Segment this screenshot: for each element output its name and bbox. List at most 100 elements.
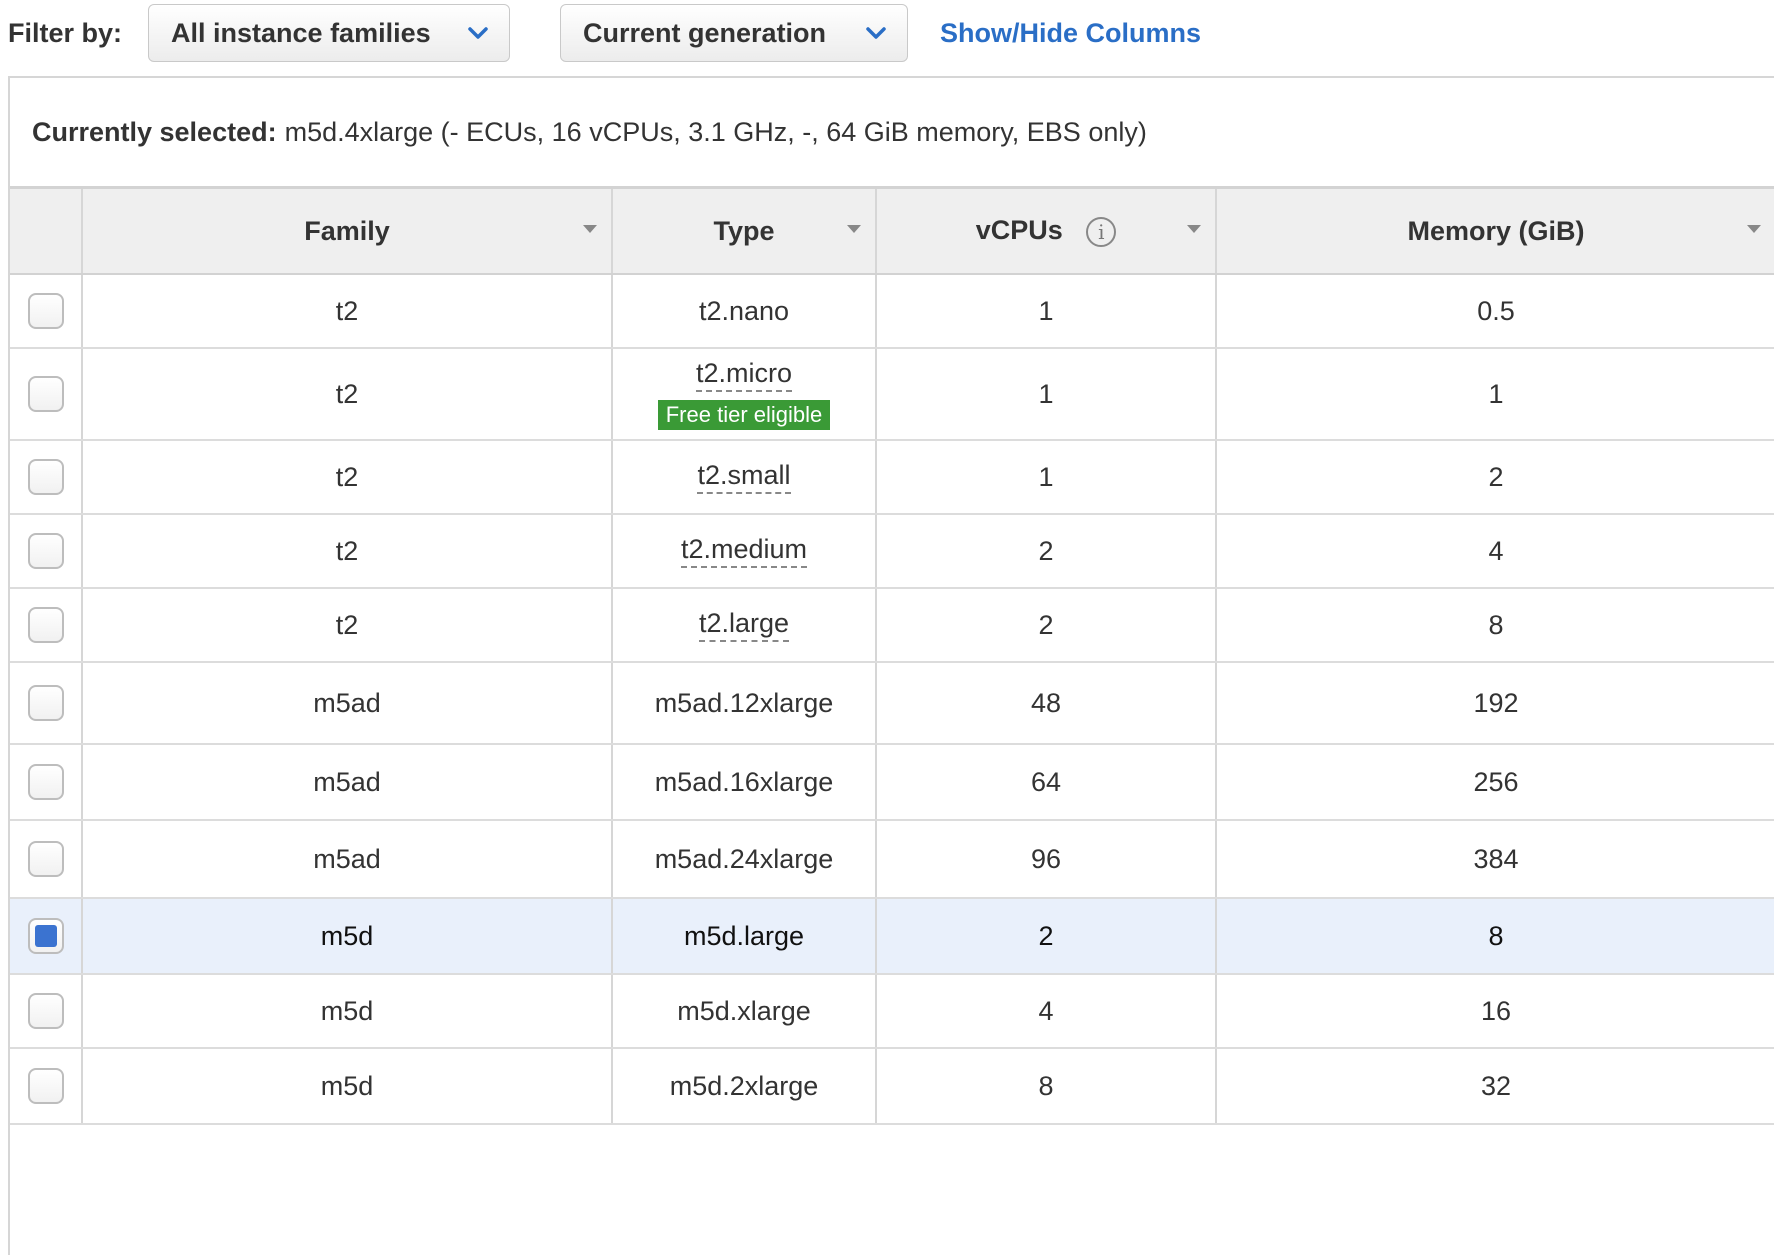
row-checkbox[interactable] [27, 533, 64, 569]
vcpus-value: 8 [1038, 1070, 1054, 1101]
table-row[interactable]: m5d m5d.2xlarge 8 32 [10, 1048, 1774, 1125]
type-value[interactable]: t2.small [697, 460, 791, 494]
table-row[interactable]: t2 t2.micro Free tier eligible 1 1 [10, 348, 1774, 441]
type-value: t2.nano [698, 295, 790, 326]
chevron-down-icon [866, 27, 886, 39]
memory-value: 384 [1473, 843, 1519, 874]
vcpus-cell: 2 [876, 898, 1217, 975]
memory-cell: 1 [1216, 348, 1774, 441]
memory-cell: 0.5 [1216, 274, 1774, 349]
memory-value: 8 [1488, 609, 1504, 640]
family-cell: m5d [82, 898, 613, 975]
type-cell: m5d.xlarge [612, 974, 877, 1049]
vcpus-value: 64 [1030, 766, 1062, 797]
memory-value: 192 [1473, 687, 1519, 718]
row-select-cell [10, 662, 83, 745]
family-cell: t2 [82, 588, 613, 663]
row-checkbox[interactable] [27, 1068, 64, 1104]
row-select-cell [10, 440, 83, 515]
type-cell: m5ad.24xlarge [612, 820, 877, 899]
sort-arrow-icon[interactable] [1747, 225, 1761, 233]
table-row[interactable]: m5ad m5ad.12xlarge 48 192 [10, 662, 1774, 745]
table-row[interactable]: t2 t2.small 1 2 [10, 440, 1774, 515]
type-value[interactable]: t2.large [698, 608, 790, 642]
row-checkbox[interactable] [27, 376, 64, 412]
vcpus-value: 1 [1038, 461, 1054, 492]
type-cell: m5d.2xlarge [612, 1048, 877, 1125]
table-row[interactable]: m5d m5d.xlarge 4 16 [10, 974, 1774, 1049]
vcpus-cell: 48 [876, 662, 1217, 745]
row-checkbox[interactable] [27, 993, 64, 1029]
row-select-cell [10, 974, 83, 1049]
sort-arrow-icon[interactable] [1187, 225, 1201, 233]
table-row[interactable]: m5ad m5ad.24xlarge 96 384 [10, 820, 1774, 899]
type-cell: t2.medium [612, 514, 877, 589]
row-checkbox[interactable] [27, 293, 64, 329]
row-select-cell [10, 588, 83, 663]
type-value: m5d.large [683, 920, 805, 951]
memory-value: 16 [1480, 995, 1512, 1026]
row-checkbox[interactable] [27, 764, 64, 800]
vcpus-value: 2 [1038, 920, 1054, 951]
table-row[interactable]: m5d m5d.large 2 8 [10, 898, 1774, 975]
memory-cell: 8 [1216, 898, 1774, 975]
column-header-memory[interactable]: Memory (GiB) [1216, 189, 1774, 275]
family-cell: m5ad [82, 744, 613, 821]
show-hide-columns-link[interactable]: Show/Hide Columns [940, 18, 1201, 49]
type-value: m5d.2xlarge [669, 1070, 819, 1101]
vcpus-cell: 1 [876, 348, 1217, 441]
family-cell: m5d [82, 974, 613, 1049]
family-cell: m5ad [82, 820, 613, 899]
vcpus-cell: 8 [876, 1048, 1217, 1125]
family-value: m5ad [313, 766, 381, 797]
type-value[interactable]: t2.medium [680, 534, 808, 568]
table-header-row: Family Type vCPUs i Memory (GiB) [10, 189, 1774, 275]
family-value: m5d [320, 1070, 374, 1101]
column-header-label: Memory (GiB) [1407, 215, 1585, 246]
row-checkbox[interactable] [27, 841, 64, 877]
memory-value: 2 [1488, 461, 1504, 492]
instance-type-panel: Currently selected: m5d.4xlarge (- ECUs,… [8, 76, 1774, 1255]
vcpus-value: 1 [1038, 378, 1054, 409]
memory-cell: 8 [1216, 588, 1774, 663]
vcpus-value: 2 [1038, 535, 1054, 566]
memory-cell: 384 [1216, 820, 1774, 899]
currently-selected-summary: Currently selected: m5d.4xlarge (- ECUs,… [10, 78, 1774, 189]
instance-family-dropdown-value: All instance families [171, 17, 431, 48]
memory-cell: 32 [1216, 1048, 1774, 1125]
row-checkbox[interactable] [27, 459, 64, 495]
row-checkbox[interactable] [27, 918, 64, 954]
row-checkbox[interactable] [27, 607, 64, 643]
family-value: m5d [320, 995, 374, 1026]
table-row[interactable]: t2 t2.large 2 8 [10, 588, 1774, 663]
sort-arrow-icon[interactable] [847, 225, 861, 233]
table-row[interactable]: t2 t2.nano 1 0.5 [10, 274, 1774, 349]
info-icon[interactable]: i [1086, 216, 1117, 247]
column-header-label: Type [713, 215, 775, 246]
family-value: m5d [320, 920, 374, 951]
memory-cell: 256 [1216, 744, 1774, 821]
family-value: m5ad [313, 843, 381, 874]
select-column-header [10, 189, 83, 275]
column-header-family[interactable]: Family [82, 189, 613, 275]
instance-types-table: Family Type vCPUs i Memory (GiB) t2 t2.n… [10, 189, 1774, 1125]
sort-arrow-icon[interactable] [583, 225, 597, 233]
type-value: m5d.xlarge [677, 995, 811, 1026]
vcpus-cell: 2 [876, 514, 1217, 589]
row-checkbox[interactable] [27, 685, 64, 721]
memory-value: 1 [1488, 378, 1504, 409]
vcpus-value: 4 [1038, 995, 1054, 1026]
table-row[interactable]: t2 t2.medium 2 4 [10, 514, 1774, 589]
column-header-label: Family [304, 215, 390, 246]
generation-dropdown[interactable]: Current generation [560, 4, 909, 62]
column-header-type[interactable]: Type [612, 189, 877, 275]
family-cell: t2 [82, 348, 613, 441]
family-value: t2 [335, 609, 359, 640]
memory-value: 32 [1480, 1070, 1512, 1101]
memory-cell: 16 [1216, 974, 1774, 1049]
type-value[interactable]: t2.micro [695, 358, 793, 392]
row-select-cell [10, 1048, 83, 1125]
instance-family-dropdown[interactable]: All instance families [148, 4, 511, 62]
table-row[interactable]: m5ad m5ad.16xlarge 64 256 [10, 744, 1774, 821]
column-header-vcpus[interactable]: vCPUs i [876, 189, 1217, 275]
